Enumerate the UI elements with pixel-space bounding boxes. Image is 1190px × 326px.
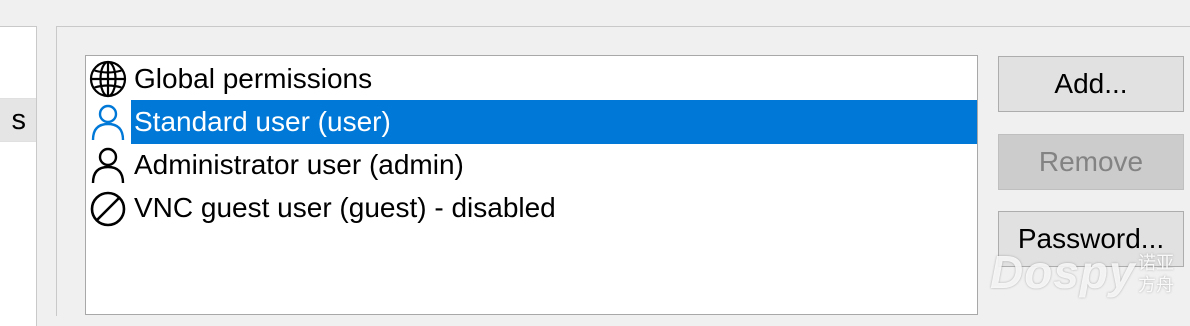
add-button[interactable]: Add...	[998, 56, 1184, 112]
user-list[interactable]: Global permissions Standard user (user) …	[85, 55, 978, 315]
list-item-standard-user[interactable]: Standard user (user)	[86, 100, 977, 144]
password-button[interactable]: Password...	[998, 211, 1184, 267]
left-nav-selected-item[interactable]: s	[0, 98, 36, 142]
user-icon	[88, 102, 128, 142]
list-item-vnc-guest-user[interactable]: VNC guest user (guest) - disabled	[86, 186, 977, 230]
disabled-icon	[88, 188, 128, 228]
globe-icon	[88, 59, 128, 99]
list-item-label: Global permissions	[134, 63, 373, 94]
left-navigation-pane: s	[0, 26, 37, 326]
list-item-label: Administrator user (admin)	[134, 149, 464, 180]
left-nav-item-label: s	[11, 104, 27, 136]
user-icon	[88, 145, 128, 185]
list-item-global-permissions[interactable]: Global permissions	[86, 57, 977, 101]
list-item-administrator-user[interactable]: Administrator user (admin)	[86, 143, 977, 187]
list-item-label: Standard user (user)	[131, 100, 977, 144]
remove-button[interactable]: Remove	[998, 134, 1184, 190]
list-item-label: VNC guest user (guest) - disabled	[134, 192, 556, 223]
